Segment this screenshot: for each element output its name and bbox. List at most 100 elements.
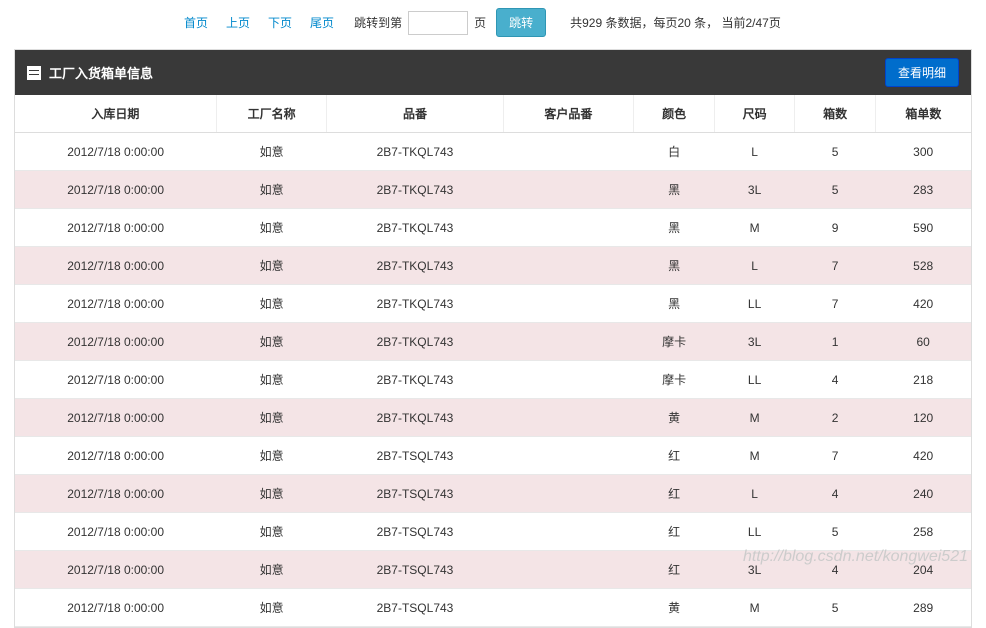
prev-page-link[interactable]: 上页 bbox=[220, 14, 256, 31]
cell-color: 黄 bbox=[634, 589, 715, 627]
cell-boxcount: 4 bbox=[795, 361, 876, 399]
table-row[interactable]: 2012/7/18 0:00:00如意2B7-TKQL743 摩卡LL4218 bbox=[15, 361, 971, 399]
next-page-link[interactable]: 下页 bbox=[262, 14, 298, 31]
first-page-link[interactable]: 首页 bbox=[178, 14, 214, 31]
cell-boxqty: 258 bbox=[875, 513, 971, 551]
cell-factory: 如意 bbox=[216, 513, 327, 551]
cell-color: 摩卡 bbox=[634, 323, 715, 361]
cell-color: 红 bbox=[634, 513, 715, 551]
cell-boxqty: 528 bbox=[875, 247, 971, 285]
cell-customer bbox=[503, 475, 634, 513]
cell-product: 2B7-TSQL743 bbox=[327, 551, 503, 589]
cell-date: 2012/7/18 0:00:00 bbox=[15, 133, 216, 171]
col-header-boxqty: 箱单数 bbox=[875, 95, 971, 133]
cell-boxqty: 300 bbox=[875, 133, 971, 171]
table-row[interactable]: 2012/7/18 0:00:00如意2B7-TSQL743红3L4204 bbox=[15, 551, 971, 589]
cell-boxcount: 5 bbox=[795, 171, 876, 209]
pagination-info: 共929 条数据，每页20 条， 当前2/47页 bbox=[570, 14, 781, 31]
col-header-size: 尺码 bbox=[714, 95, 795, 133]
cell-boxqty: 283 bbox=[875, 171, 971, 209]
cell-date: 2012/7/18 0:00:00 bbox=[15, 171, 216, 209]
cell-boxqty: 204 bbox=[875, 551, 971, 589]
cell-factory: 如意 bbox=[216, 171, 327, 209]
data-panel: 工厂入货箱单信息 查看明细 入库日期 工厂名称 品番 客户品番 颜色 尺码 箱数… bbox=[14, 49, 972, 628]
cell-size: LL bbox=[714, 513, 795, 551]
cell-color: 红 bbox=[634, 475, 715, 513]
table-row[interactable]: 2012/7/18 0:00:00如意2B7-TSQL743红M7420 bbox=[15, 437, 971, 475]
last-page-link[interactable]: 尾页 bbox=[304, 14, 340, 31]
table-row[interactable]: 2012/7/18 0:00:00如意2B7-TKQL743 白L5300 bbox=[15, 133, 971, 171]
cell-factory: 如意 bbox=[216, 475, 327, 513]
col-header-factory: 工厂名称 bbox=[216, 95, 327, 133]
cell-factory: 如意 bbox=[216, 209, 327, 247]
cell-size: L bbox=[714, 133, 795, 171]
table-row[interactable]: 2012/7/18 0:00:00如意2B7-TKQL743黄M2120 bbox=[15, 399, 971, 437]
cell-size: LL bbox=[714, 361, 795, 399]
table-row[interactable]: 2012/7/18 0:00:00如意2B7-TSQL743黄M5289 bbox=[15, 589, 971, 627]
cell-factory: 如意 bbox=[216, 589, 327, 627]
cell-product: 2B7-TKQL743 bbox=[327, 285, 503, 323]
cell-boxcount: 5 bbox=[795, 133, 876, 171]
cell-customer bbox=[503, 589, 634, 627]
cell-customer bbox=[503, 209, 634, 247]
list-icon bbox=[27, 66, 41, 80]
table-row[interactable]: 2012/7/18 0:00:00如意2B7-TSQL743红LL5258 bbox=[15, 513, 971, 551]
cell-color: 白 bbox=[634, 133, 715, 171]
cell-size: M bbox=[714, 209, 795, 247]
cell-product: 2B7-TKQL743 bbox=[327, 209, 503, 247]
table-row[interactable]: 2012/7/18 0:00:00如意2B7-TKQL743黑M9590 bbox=[15, 209, 971, 247]
col-header-date: 入库日期 bbox=[15, 95, 216, 133]
cell-boxcount: 4 bbox=[795, 475, 876, 513]
cell-boxqty: 120 bbox=[875, 399, 971, 437]
cell-factory: 如意 bbox=[216, 323, 327, 361]
cell-size: M bbox=[714, 589, 795, 627]
jump-page-input[interactable] bbox=[408, 11, 468, 35]
cell-size: LL bbox=[714, 285, 795, 323]
cell-color: 摩卡 bbox=[634, 361, 715, 399]
cell-product: 2B7-TKQL743 bbox=[327, 361, 503, 399]
cell-color: 黑 bbox=[634, 171, 715, 209]
cell-size: L bbox=[714, 475, 795, 513]
cell-factory: 如意 bbox=[216, 133, 327, 171]
cell-date: 2012/7/18 0:00:00 bbox=[15, 361, 216, 399]
cell-date: 2012/7/18 0:00:00 bbox=[15, 285, 216, 323]
cell-color: 黑 bbox=[634, 247, 715, 285]
cell-customer bbox=[503, 323, 634, 361]
table-row[interactable]: 2012/7/18 0:00:00如意2B7-TKQL743黑L7528 bbox=[15, 247, 971, 285]
cell-size: L bbox=[714, 247, 795, 285]
data-table: 入库日期 工厂名称 品番 客户品番 颜色 尺码 箱数 箱单数 2012/7/18… bbox=[15, 95, 971, 627]
jump-prefix-label: 跳转到第 bbox=[354, 14, 402, 31]
col-header-product: 品番 bbox=[327, 95, 503, 133]
jump-button[interactable]: 跳转 bbox=[496, 8, 546, 37]
cell-date: 2012/7/18 0:00:00 bbox=[15, 589, 216, 627]
cell-product: 2B7-TKQL743 bbox=[327, 133, 503, 171]
cell-factory: 如意 bbox=[216, 247, 327, 285]
col-header-customer: 客户品番 bbox=[503, 95, 634, 133]
cell-factory: 如意 bbox=[216, 285, 327, 323]
cell-customer bbox=[503, 437, 634, 475]
view-detail-button[interactable]: 查看明细 bbox=[885, 58, 959, 87]
table-row[interactable]: 2012/7/18 0:00:00如意2B7-TKQL743黑3L5283 bbox=[15, 171, 971, 209]
cell-boxqty: 420 bbox=[875, 437, 971, 475]
cell-customer bbox=[503, 361, 634, 399]
panel-title-text: 工厂入货箱单信息 bbox=[49, 63, 153, 82]
cell-boxqty: 289 bbox=[875, 589, 971, 627]
cell-factory: 如意 bbox=[216, 361, 327, 399]
panel-header: 工厂入货箱单信息 查看明细 bbox=[15, 50, 971, 95]
cell-factory: 如意 bbox=[216, 551, 327, 589]
table-header-row: 入库日期 工厂名称 品番 客户品番 颜色 尺码 箱数 箱单数 bbox=[15, 95, 971, 133]
cell-date: 2012/7/18 0:00:00 bbox=[15, 247, 216, 285]
table-row[interactable]: 2012/7/18 0:00:00如意2B7-TSQL743红L4240 bbox=[15, 475, 971, 513]
cell-customer bbox=[503, 285, 634, 323]
table-row[interactable]: 2012/7/18 0:00:00如意2B7-TKQL743黑LL7420 bbox=[15, 285, 971, 323]
cell-date: 2012/7/18 0:00:00 bbox=[15, 513, 216, 551]
cell-product: 2B7-TSQL743 bbox=[327, 513, 503, 551]
cell-boxqty: 218 bbox=[875, 361, 971, 399]
col-header-color: 颜色 bbox=[634, 95, 715, 133]
col-header-boxcount: 箱数 bbox=[795, 95, 876, 133]
cell-customer bbox=[503, 399, 634, 437]
table-row[interactable]: 2012/7/18 0:00:00如意2B7-TKQL743摩卡3L160 bbox=[15, 323, 971, 361]
cell-customer bbox=[503, 133, 634, 171]
cell-customer bbox=[503, 247, 634, 285]
cell-factory: 如意 bbox=[216, 437, 327, 475]
